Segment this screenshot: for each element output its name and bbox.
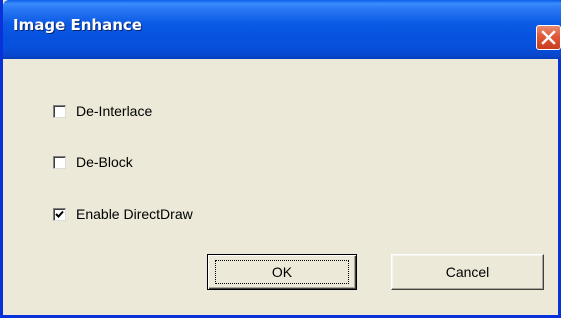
window-title: Image Enhance	[13, 16, 142, 34]
checkbox-box[interactable]	[53, 207, 66, 221]
checkbox-label: De-Interlace	[76, 103, 153, 119]
title-bar[interactable]: Image Enhance	[3, 0, 561, 59]
checkbox-label: Enable DirectDraw	[76, 206, 193, 222]
enable-directdraw-checkbox[interactable]: Enable DirectDraw	[53, 204, 193, 224]
checkbox-label: De-Block	[76, 154, 133, 170]
cancel-button[interactable]: Cancel	[391, 254, 544, 290]
image-enhance-dialog: Image Enhance De-Interlace De-Block Enab…	[0, 0, 561, 318]
checkbox-box[interactable]	[53, 104, 66, 118]
de-block-checkbox[interactable]: De-Block	[53, 152, 133, 172]
checkbox-box[interactable]	[53, 155, 66, 169]
close-x-icon	[541, 30, 556, 45]
checkmark-icon	[55, 210, 64, 218]
ok-button[interactable]: OK	[207, 254, 357, 290]
de-interlace-checkbox[interactable]: De-Interlace	[53, 101, 152, 121]
close-button[interactable]	[536, 25, 561, 50]
ok-button-label: OK	[214, 260, 350, 284]
